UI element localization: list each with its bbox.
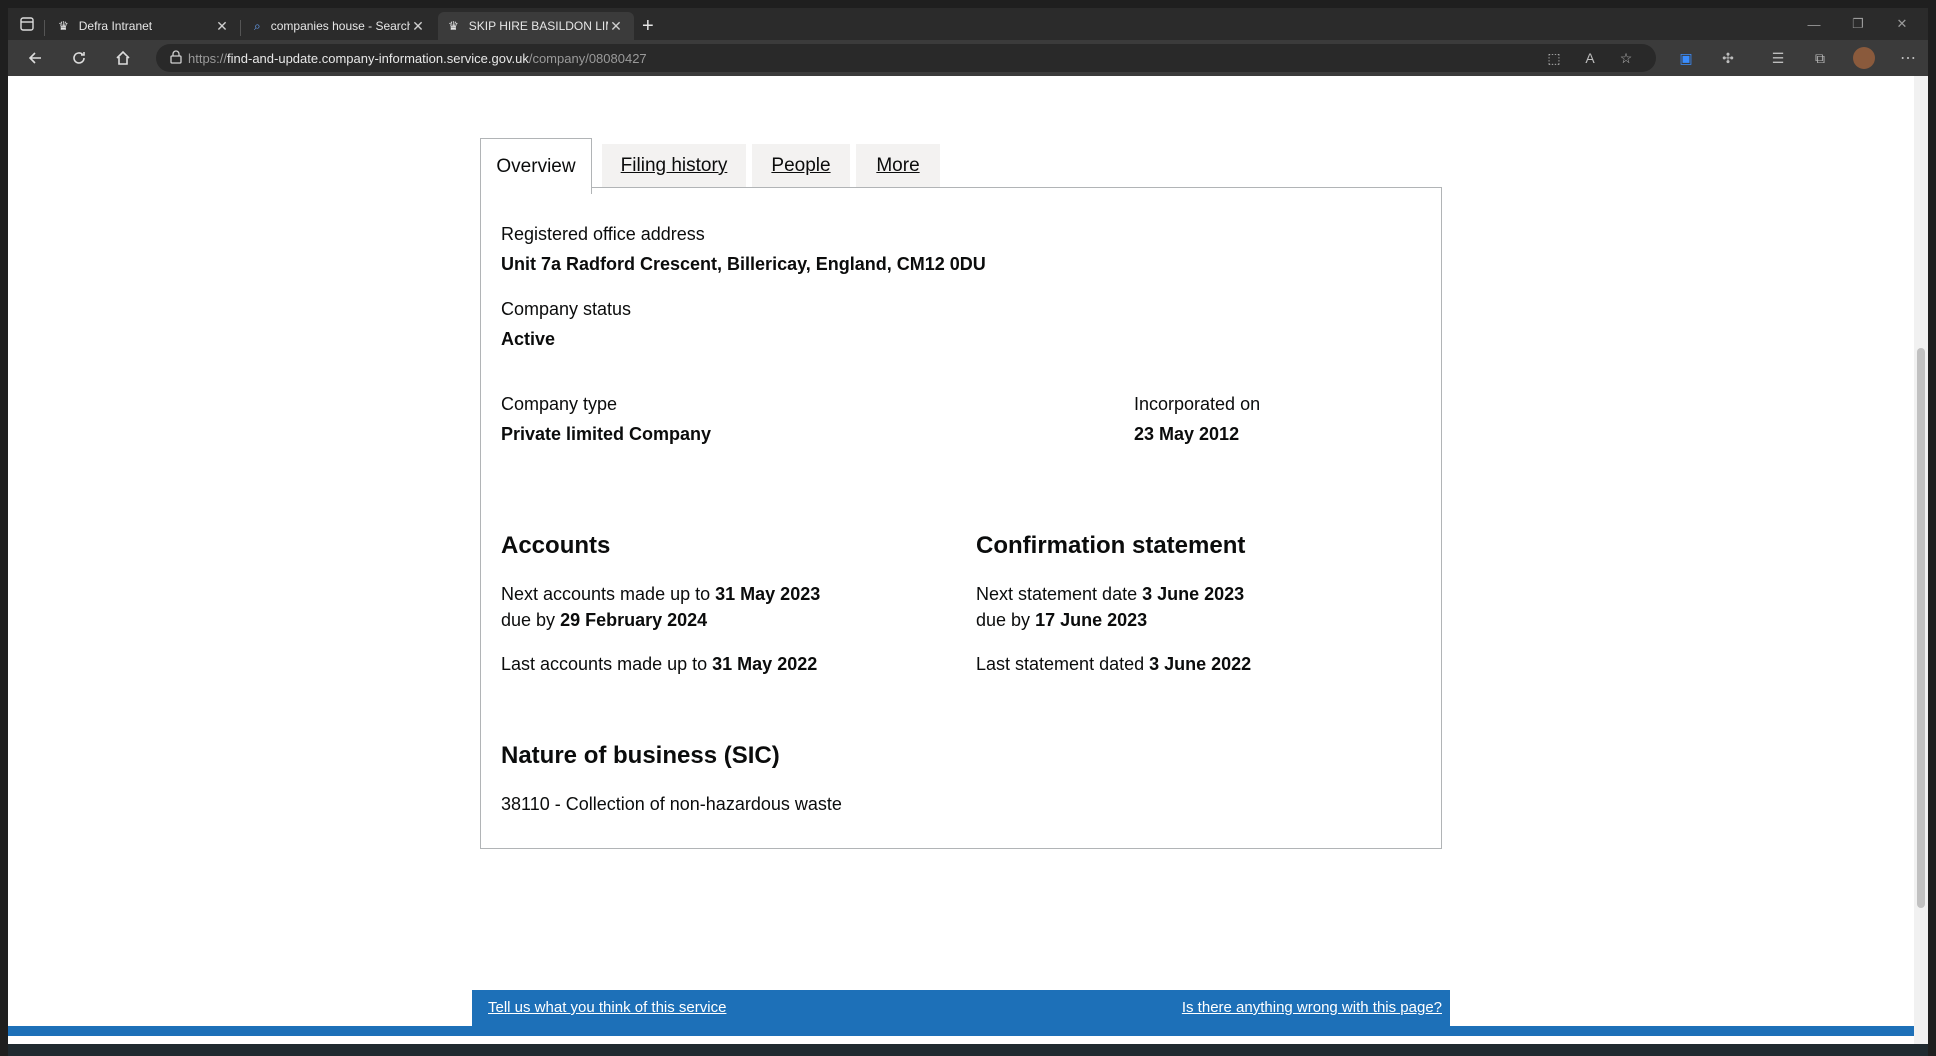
tab-more[interactable]: More	[856, 144, 940, 188]
profile-avatar[interactable]	[1850, 44, 1878, 72]
sic-value: 38110 - Collection of non-hazardous wast…	[501, 794, 842, 814]
registered-office-label: Registered office address	[501, 224, 705, 244]
confirmation-next-prefix: Next statement date	[976, 584, 1138, 604]
registered-office-value: Unit 7a Radford Crescent, Billericay, En…	[501, 254, 986, 274]
plus-icon: +	[642, 14, 654, 37]
add-favorite-icon[interactable]: ☆	[1612, 44, 1640, 72]
accounts-due-date: 29 February 2024	[560, 610, 708, 630]
taskbar	[8, 1044, 1928, 1056]
extension-icon[interactable]: ▣	[1672, 44, 1700, 72]
restore-button[interactable]: ❐	[1836, 8, 1880, 40]
company-status-label: Company status	[501, 299, 632, 319]
accounts-next: Next accounts made up to 31 May 2023	[501, 584, 820, 605]
accounts-last: Last accounts made up to 31 May 2022	[501, 654, 817, 675]
footer-blue-bar	[8, 1026, 1914, 1036]
confirmation-last-prefix: Last statement dated	[976, 654, 1145, 674]
page-content: Overview Filing history People More Regi…	[8, 76, 1914, 1044]
tab-overview[interactable]: Overview	[480, 138, 592, 194]
url-path: /company/08080427	[528, 50, 647, 66]
crown-icon: ♛	[448, 19, 459, 33]
address-bar[interactable]: https://find-and-update.company-informat…	[156, 44, 1656, 72]
incorporated-label: Incorporated on	[1134, 394, 1261, 414]
accounts-due-prefix: due by	[501, 610, 556, 630]
search-icon: ⌕	[254, 18, 261, 33]
tab-actions-icon[interactable]	[10, 6, 44, 42]
read-aloud-icon[interactable]: A	[1576, 44, 1604, 72]
feedback-link[interactable]: Tell us what you think of this service	[488, 999, 726, 1016]
confirmation-due-date: 17 June 2023	[1035, 610, 1148, 630]
accounts-last-date: 31 May 2022	[712, 654, 818, 674]
browser-toolbar: https://find-and-update.company-informat…	[8, 40, 1928, 76]
new-tab-button[interactable]: +	[636, 12, 666, 40]
company-type-value: Private limited Company	[501, 424, 712, 444]
sic-heading: Nature of business (SIC)	[501, 742, 780, 769]
close-icon[interactable]: ✕	[214, 18, 230, 35]
lock-icon	[170, 49, 188, 67]
report-problem-link[interactable]: Is there anything wrong with this page?	[1182, 999, 1442, 1016]
accounts-next-prefix: Next accounts made up to	[501, 584, 711, 604]
close-icon[interactable]: ✕	[410, 18, 426, 35]
collections-icon[interactable]: ⧉	[1806, 44, 1834, 72]
accounts-last-prefix: Last accounts made up to	[501, 654, 708, 674]
tab-defra-intranet[interactable]: ♛ Defra Intranet ✕	[48, 12, 240, 40]
incorporated-value: 23 May 2012	[1134, 424, 1240, 444]
url-prefix: https://	[188, 50, 228, 66]
home-icon[interactable]	[106, 40, 140, 76]
tab-filing-history[interactable]: Filing history	[602, 144, 746, 188]
url-host: find-and-update.company-information.serv…	[227, 50, 529, 66]
scrollbar-thumb[interactable]	[1917, 348, 1925, 908]
close-icon[interactable]: ✕	[608, 18, 624, 35]
tab-companies-house-search[interactable]: ⌕ companies house - Search ✕	[244, 12, 436, 40]
tab-people[interactable]: People	[752, 144, 850, 188]
extensions-puzzle-icon[interactable]: ✣	[1714, 44, 1742, 72]
more-options-icon[interactable]: ⋯	[1894, 44, 1922, 72]
tab-skip-hire-basildon[interactable]: ♛ SKIP HIRE BASILDON LIMITED ov ✕	[438, 12, 634, 40]
confirmation-due: due by 17 June 2023	[976, 610, 1147, 631]
vertical-scrollbar[interactable]	[1914, 76, 1928, 1044]
accounts-next-date: 31 May 2023	[715, 584, 821, 604]
browser-tab-bar: ♛ Defra Intranet ✕ ⌕ companies house - S…	[8, 8, 1928, 40]
feedback-banner: Tell us what you think of this service I…	[472, 990, 1450, 1026]
app-available-icon[interactable]: ⬚	[1540, 44, 1568, 72]
accounts-due: due by 29 February 2024	[501, 610, 707, 631]
confirmation-last: Last statement dated 3 June 2022	[976, 654, 1251, 675]
confirmation-heading: Confirmation statement	[976, 532, 1246, 559]
crown-icon: ♛	[58, 19, 69, 33]
confirmation-due-prefix: due by	[976, 610, 1031, 630]
company-type-label: Company type	[501, 394, 618, 414]
refresh-icon[interactable]	[62, 40, 96, 76]
company-status-value: Active	[501, 329, 556, 349]
accounts-heading: Accounts	[501, 532, 611, 559]
back-arrow-icon[interactable]	[18, 40, 52, 76]
close-window-button[interactable]: ✕	[1880, 8, 1924, 40]
confirmation-next: Next statement date 3 June 2023	[976, 584, 1244, 605]
minimize-button[interactable]: —	[1792, 8, 1836, 40]
confirmation-next-date: 3 June 2023	[1142, 584, 1245, 604]
confirmation-last-date: 3 June 2022	[1149, 654, 1252, 674]
favorites-icon[interactable]: ☰	[1764, 44, 1792, 72]
